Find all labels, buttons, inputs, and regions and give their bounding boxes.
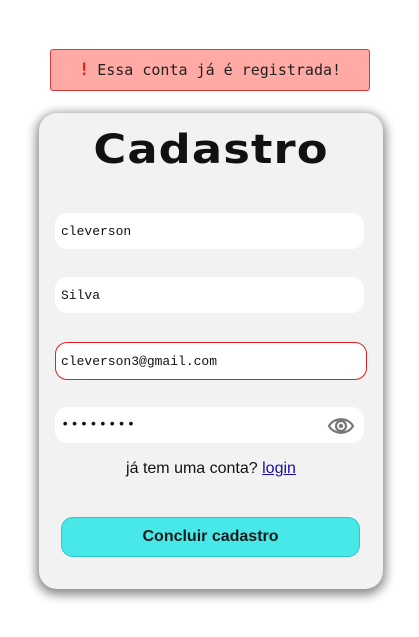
alert-message: Essa conta já é registrada! [97,61,342,79]
login-link[interactable]: login [262,460,296,477]
email-input[interactable] [56,343,366,379]
submit-button[interactable]: Concluir cadastro [61,517,360,557]
exclamation-icon: ! [78,60,90,80]
email-field[interactable] [55,342,367,380]
page-title: Cadastro [93,127,329,173]
password-field[interactable] [55,407,364,443]
first-name-field[interactable] [55,213,364,249]
last-name-input[interactable] [56,278,363,312]
first-name-input[interactable] [56,214,363,248]
eye-icon[interactable] [327,413,355,439]
error-alert: ! Essa conta já é registrada! [50,49,370,91]
signup-card: Cadastro já tem uma conta? login Conclui… [39,113,383,589]
login-prompt-text: já tem uma conta? [126,460,258,477]
login-prompt: já tem uma conta? login [39,460,383,478]
last-name-field[interactable] [55,277,364,313]
password-input[interactable] [56,408,326,442]
